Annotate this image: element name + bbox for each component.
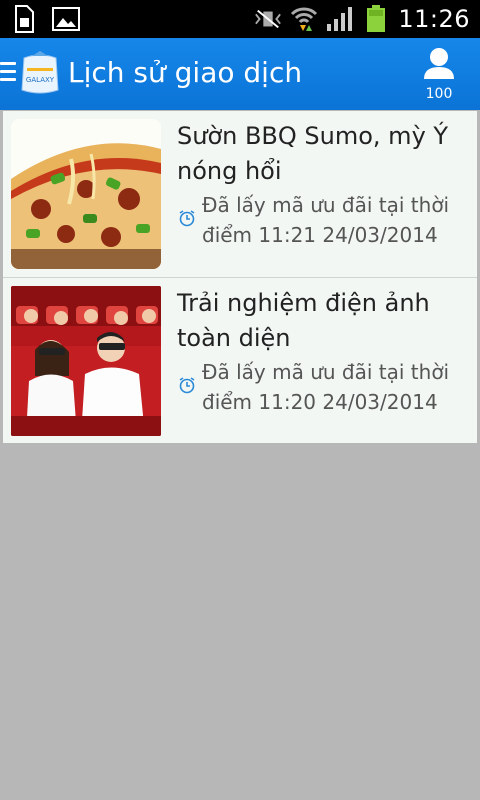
page-title: Lịch sử giao dịch xyxy=(68,56,303,89)
signal-icon xyxy=(326,5,354,33)
app-logo[interactable]: GALAXY xyxy=(18,50,62,96)
transaction-subtitle: Đã lấy mã ưu đãi tại thời điểm 11:21 24/… xyxy=(202,193,450,247)
image-icon xyxy=(52,5,80,33)
app-bar: GALAXY Lịch sử giao dịch 100 xyxy=(0,38,480,110)
battery-icon xyxy=(362,5,390,33)
status-bar: 11:26 xyxy=(0,0,480,38)
transaction-subtitle: Đã lấy mã ưu đãi tại thời điểm 11:20 24/… xyxy=(202,360,450,414)
alarm-clock-icon xyxy=(178,209,196,227)
menu-icon[interactable] xyxy=(0,62,16,84)
logo-text: GALAXY xyxy=(26,76,55,84)
list-item[interactable]: Trải nghiệm điện ảnh toàn diện Đã lấy mã… xyxy=(3,278,477,443)
cinema-audience-photo xyxy=(11,286,161,436)
account-button[interactable]: 100 xyxy=(416,46,462,102)
list-item[interactable]: Sườn BBQ Sumo, mỳ Ý nóng hổi Đã lấy mã ư… xyxy=(3,111,477,278)
wifi-data-icon xyxy=(290,5,318,33)
status-clock: 11:26 xyxy=(398,5,470,33)
transaction-title: Trải nghiệm điện ảnh toàn diện xyxy=(177,289,430,352)
transaction-list: Sườn BBQ Sumo, mỳ Ý nóng hổi Đã lấy mã ư… xyxy=(3,111,477,443)
sim-card-icon xyxy=(10,5,38,33)
points-count: 100 xyxy=(425,86,453,102)
pizza-photo xyxy=(11,119,161,269)
transaction-title: Sườn BBQ Sumo, mỳ Ý nóng hổi xyxy=(177,122,449,185)
no-vibrate-icon xyxy=(254,5,282,33)
alarm-clock-icon xyxy=(178,376,196,394)
user-icon xyxy=(422,46,456,80)
